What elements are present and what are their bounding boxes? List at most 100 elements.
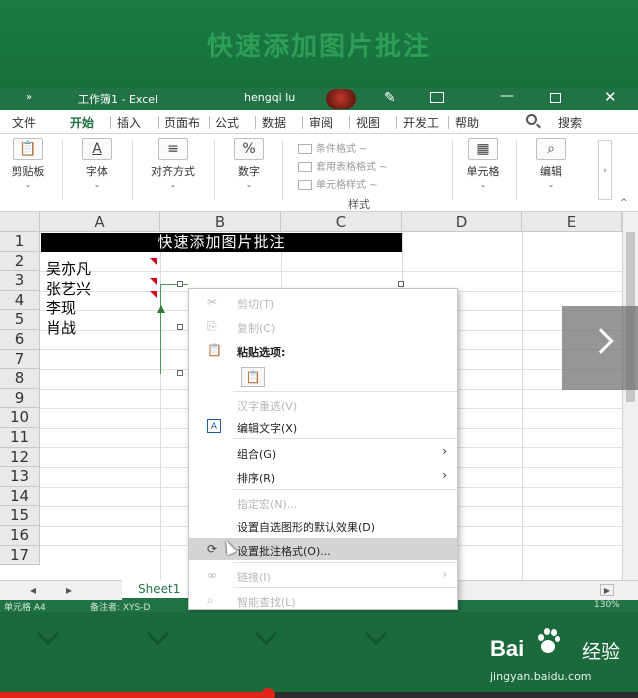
- column-header-e[interactable]: E: [522, 212, 622, 232]
- menu-item-reconvert[interactable]: 汉字重选(V): [189, 393, 457, 415]
- zoom-level[interactable]: 130%: [594, 600, 620, 610]
- row-header[interactable]: 4: [0, 290, 40, 311]
- row-header[interactable]: 9: [0, 388, 40, 409]
- cell-a5[interactable]: 肖战: [46, 319, 76, 338]
- context-menu: ✂ 剪切(T) ⎘ 复制(C) 📋 粘贴选项: 📋 汉字重选(V) A 编辑文字…: [188, 288, 458, 610]
- prev-sheet-icon[interactable]: ◂: [30, 583, 36, 597]
- row-header[interactable]: 2: [0, 251, 40, 272]
- tab-review[interactable]: 审阅: [309, 114, 333, 131]
- table-format-button[interactable]: 套用表格格式 ~: [298, 158, 388, 173]
- resize-handle[interactable]: [398, 281, 404, 287]
- tab-developer[interactable]: 开发工: [403, 114, 439, 131]
- alignment-group[interactable]: ≡ 对齐方式 ⌄: [140, 134, 206, 189]
- avatar[interactable]: [326, 89, 356, 109]
- row-header[interactable]: 7: [0, 349, 40, 370]
- row-header[interactable]: 8: [0, 369, 40, 389]
- column-header-b[interactable]: B: [160, 212, 281, 232]
- row-header[interactable]: 11: [0, 428, 40, 448]
- video-progress-bar[interactable]: [0, 688, 638, 698]
- next-sheet-icon[interactable]: ▸: [66, 583, 72, 597]
- row-header[interactable]: 17: [0, 545, 40, 566]
- row-header[interactable]: 10: [0, 408, 40, 428]
- menu-item-link[interactable]: ∞ 链接(I) ›: [189, 564, 457, 586]
- ribbon-home: 📋 剪贴板 ⌄ A 字体 ⌄ ≡ 对齐方式 ⌄ % 数字 ⌄ 条件格式 ~ 套用…: [0, 134, 638, 212]
- cell-a3[interactable]: 张艺兴: [46, 280, 91, 299]
- row-header[interactable]: 3: [0, 271, 40, 291]
- maximize-button[interactable]: [550, 93, 561, 103]
- tab-separator: [110, 116, 111, 129]
- conditional-format-button[interactable]: 条件格式 ~: [298, 140, 368, 155]
- sheet-tab[interactable]: Sheet1: [122, 580, 196, 600]
- progress-knob[interactable]: [261, 688, 275, 698]
- ribbon-scroll-right-icon[interactable]: ›: [598, 140, 612, 200]
- pen-icon[interactable]: ✎: [384, 90, 396, 106]
- minimize-button[interactable]: —: [500, 88, 514, 104]
- next-slide-button[interactable]: [562, 306, 638, 390]
- menu-item-assign-macro[interactable]: 指定宏(N)...: [189, 491, 457, 513]
- menu-item-order[interactable]: 排序(R) ›: [189, 465, 457, 487]
- resize-handle[interactable]: [177, 370, 183, 376]
- select-all-corner[interactable]: [0, 212, 40, 232]
- resize-handle[interactable]: [177, 281, 183, 287]
- menu-item-label: 指定宏(N)...: [237, 498, 298, 511]
- quick-access-chevron-icon[interactable]: »: [26, 92, 32, 103]
- row-header[interactable]: 16: [0, 526, 40, 546]
- paste-option-icon[interactable]: 📋: [241, 367, 265, 387]
- baidu-jingyan-logo[interactable]: Bai 经验: [490, 628, 630, 668]
- menu-item-edit-text[interactable]: A 编辑文字(X): [189, 415, 457, 437]
- cells-group[interactable]: ▦ 单元格 ⌄: [458, 134, 508, 189]
- menu-item-paste-options: 📋 粘贴选项:: [189, 339, 457, 361]
- tab-view[interactable]: 视图: [356, 114, 380, 131]
- tab-page-layout[interactable]: 页面布: [164, 114, 200, 131]
- tab-home[interactable]: 开始: [70, 114, 95, 136]
- format-shape-icon: ⟳: [207, 542, 218, 556]
- column-header-a[interactable]: A: [40, 212, 160, 232]
- row-header[interactable]: 14: [0, 486, 40, 507]
- editing-group[interactable]: ⌕ 编辑 ⌄: [526, 134, 576, 189]
- tab-help[interactable]: 帮助: [455, 114, 479, 131]
- vertical-scrollbar[interactable]: [622, 212, 638, 580]
- align-icon: ≡: [158, 138, 188, 160]
- ribbon-tabs: 文件 开始 插入 页面布 公式 数据 审阅 视图 开发工 帮助 搜索: [0, 110, 638, 136]
- menu-item-group[interactable]: 组合(G) ›: [189, 441, 457, 463]
- row-header[interactable]: 5: [0, 310, 40, 330]
- menu-item-smart-lookup[interactable]: ⌕ 智能查找(L): [189, 589, 457, 611]
- column-header-d[interactable]: D: [402, 212, 522, 232]
- collapse-ribbon-icon[interactable]: ^: [620, 198, 628, 208]
- row-header[interactable]: 15: [0, 506, 40, 526]
- scroll-right-icon[interactable]: ▶: [600, 584, 614, 596]
- row-header[interactable]: 13: [0, 467, 40, 487]
- tab-formulas[interactable]: 公式: [215, 114, 239, 131]
- cell-styles-button[interactable]: 单元格样式 ~: [298, 176, 378, 191]
- user-name[interactable]: hengqi lu: [244, 91, 295, 104]
- video-banner: 快速添加图片批注: [0, 0, 638, 88]
- row-header[interactable]: 6: [0, 330, 40, 350]
- site-url[interactable]: jingyan.baidu.com: [490, 670, 592, 683]
- search-icon[interactable]: [526, 114, 537, 125]
- close-button[interactable]: ✕: [604, 88, 617, 106]
- ribbon-display-icon[interactable]: [430, 92, 444, 103]
- banner-title: 快速添加图片批注: [206, 32, 431, 62]
- search-label[interactable]: 搜索: [558, 114, 582, 131]
- menu-item-set-default[interactable]: 设置自选图形的默认效果(D): [189, 514, 457, 536]
- clipboard-group[interactable]: 📋 剪贴板 ⌄: [4, 134, 52, 189]
- menu-item-cut[interactable]: ✂ 剪切(T): [189, 291, 457, 313]
- percent-icon: %: [234, 138, 264, 160]
- title-cell[interactable]: 快速添加图片批注: [41, 233, 402, 252]
- row-header[interactable]: 12: [0, 447, 40, 468]
- tab-file[interactable]: 文件: [12, 114, 36, 131]
- tab-insert[interactable]: 插入: [117, 114, 141, 131]
- font-group[interactable]: A 字体 ⌄: [72, 134, 122, 189]
- number-group[interactable]: % 数字 ⌄: [224, 134, 274, 189]
- cell-a4[interactable]: 李现: [46, 299, 76, 318]
- tab-data[interactable]: 数据: [262, 114, 286, 131]
- menu-item-label: 汉字重选(V): [237, 400, 298, 413]
- number-label: 数字: [238, 165, 260, 178]
- scissors-icon: ✂: [207, 295, 218, 309]
- comment-shape[interactable]: [157, 284, 188, 374]
- resize-handle[interactable]: [177, 324, 183, 330]
- column-header-c[interactable]: C: [281, 212, 402, 232]
- menu-item-copy[interactable]: ⎘ 复制(C): [189, 315, 457, 337]
- row-header[interactable]: 1: [0, 232, 40, 252]
- cell-a2[interactable]: 吴亦凡: [46, 260, 91, 279]
